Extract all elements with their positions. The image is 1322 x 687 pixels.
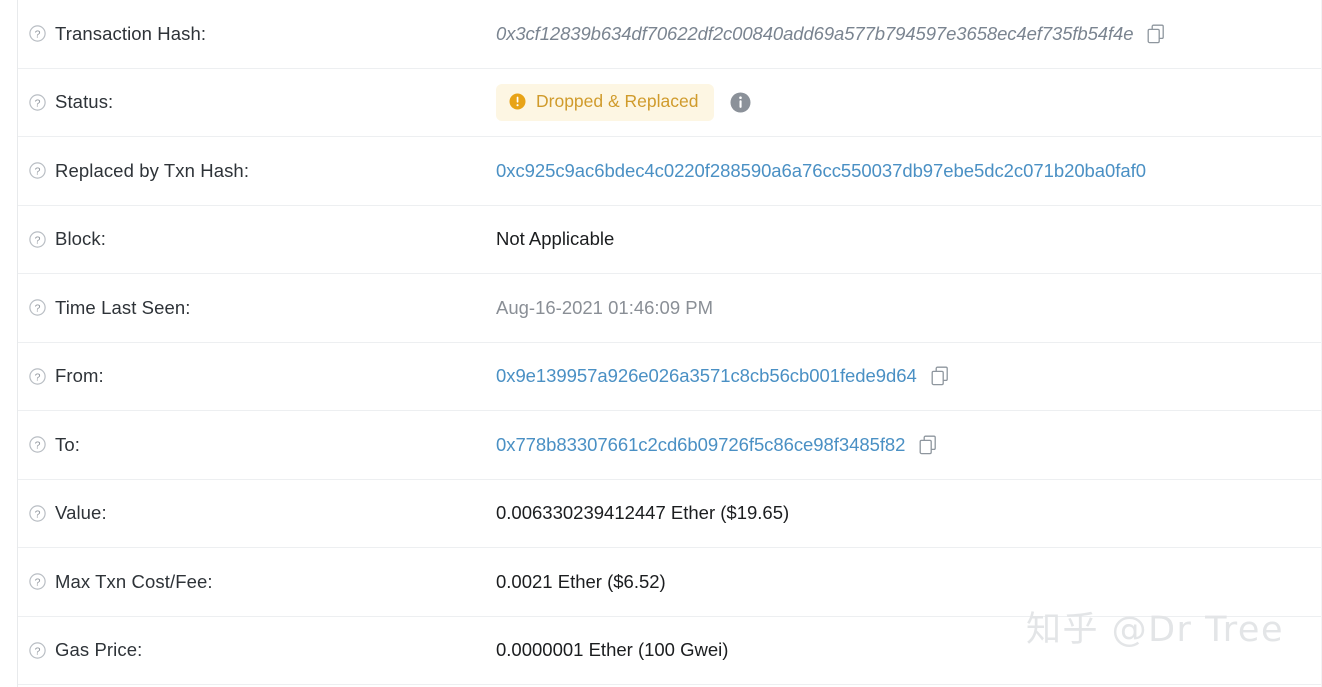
question-circle-icon[interactable]: ? — [29, 25, 46, 42]
value-cell: Aug-16-2021 01:46:09 PM — [496, 297, 1321, 319]
svg-text:?: ? — [35, 371, 41, 383]
label-cell: ? From: — [29, 365, 496, 387]
detail-row-time-last-seen: ? Time Last Seen: Aug-16-2021 01:46:09 PM — [18, 274, 1321, 343]
transaction-details-list: ? Transaction Hash: 0x3cf12839b634df70622d… — [18, 0, 1321, 687]
question-circle-icon[interactable]: ? — [29, 94, 46, 111]
status-badge-label: Dropped & Replaced — [536, 91, 699, 112]
label-cell: ? Replaced by Txn Hash: — [29, 160, 496, 182]
label-cell: ? To: — [29, 434, 496, 456]
row-label: Value: — [55, 502, 107, 524]
transaction-details-panel: ? Transaction Hash: 0x3cf12839b634df70622d… — [0, 0, 1322, 687]
question-circle-icon[interactable]: ? — [29, 231, 46, 248]
row-value[interactable]: 0xc925c9ac6bdec4c0220f288590a6a76cc55003… — [496, 160, 1146, 182]
detail-row-value: ? Value: 0.006330239412447 Ether ($19.65) — [18, 480, 1321, 548]
detail-row-transaction-hash: ? Transaction Hash: 0x3cf12839b634df70622d… — [18, 0, 1321, 69]
row-label: Max Txn Cost/Fee: — [55, 570, 213, 592]
row-label: Status: — [55, 91, 114, 113]
value-cell: Dropped & Replaced — [496, 83, 1321, 121]
label-cell: ? Transaction Hash: — [29, 23, 496, 45]
copy-icon[interactable] — [1147, 24, 1165, 44]
row-value: 0x3cf12839b634df70622df2c00840add69a577b… — [496, 22, 1134, 44]
value-cell: 0xc925c9ac6bdec4c0220f288590a6a76cc55003… — [496, 160, 1321, 182]
row-value: 0.0021 Ether ($6.52) — [496, 570, 666, 592]
svg-text:?: ? — [35, 645, 41, 657]
watermark: 知乎 @Dr Tree — [1025, 610, 1284, 650]
svg-text:?: ? — [35, 440, 41, 452]
question-circle-icon[interactable]: ? — [29, 162, 46, 179]
svg-text:?: ? — [35, 29, 41, 41]
svg-text:?: ? — [35, 97, 41, 109]
row-value: 0.006330239412447 Ether ($19.65) — [496, 502, 790, 524]
copy-icon[interactable] — [931, 366, 949, 386]
detail-row-from-address: ? From: 0x9e139957a926e026a3571c8cb56cb001… — [18, 343, 1321, 411]
row-value: Not Applicable — [496, 228, 615, 250]
svg-text:?: ? — [35, 234, 41, 246]
row-label: Block: — [55, 228, 106, 250]
info-circle-icon[interactable] — [730, 92, 751, 113]
value-cell: 0.006330239412447 Ether ($19.65) — [496, 502, 1321, 524]
exclamation-circle-icon — [509, 93, 526, 110]
value-cell: 0x9e139957a926e026a3571c8cb56cb001fede9d… — [496, 365, 1321, 387]
row-value: Aug-16-2021 01:46:09 PM — [496, 296, 714, 318]
row-label: Replaced by Txn Hash: — [55, 159, 250, 181]
question-circle-icon[interactable]: ? — [29, 642, 46, 659]
label-cell: ? Time Last Seen: — [29, 297, 496, 319]
row-label: Time Last Seen: — [55, 296, 191, 318]
detail-row-replaced-by-txn-hash: ? Replaced by Txn Hash: 0xc925c9ac6bdec4c0… — [18, 137, 1321, 206]
svg-text:?: ? — [35, 303, 41, 315]
label-cell: ? Status: — [29, 91, 496, 113]
label-cell: ? Value: — [29, 502, 496, 524]
question-circle-icon[interactable]: ? — [29, 436, 46, 453]
svg-text:?: ? — [35, 508, 41, 520]
value-cell: 0x3cf12839b634df70622df2c00840add69a577b… — [496, 23, 1321, 45]
row-label: Transaction Hash: — [55, 22, 207, 44]
value-cell: 0x778b83307661c2cd6b09726f5c86ce98f3485f… — [496, 434, 1321, 456]
question-circle-icon[interactable]: ? — [29, 368, 46, 385]
row-value[interactable]: 0x778b83307661c2cd6b09726f5c86ce98f3485f… — [496, 434, 905, 456]
row-label: From: — [55, 365, 104, 387]
detail-row-to-address: ? To: 0x778b83307661c2cd6b09726f5c86ce98f3… — [18, 411, 1321, 480]
question-circle-icon[interactable]: ? — [29, 573, 46, 590]
value-cell: 0.0021 Ether ($6.52) — [496, 571, 1321, 593]
svg-text:?: ? — [35, 166, 41, 178]
label-cell: ? Max Txn Cost/Fee: — [29, 571, 496, 593]
label-cell: ? Block: — [29, 228, 496, 250]
copy-icon[interactable] — [919, 435, 937, 455]
row-value: 0.0000001 Ether (100 Gwei) — [496, 639, 729, 661]
value-cell: Not Applicable — [496, 228, 1321, 250]
detail-row-block: ? Block: Not Applicable — [18, 206, 1321, 274]
detail-row-status: ? Status: Dropped & Replaced — [18, 69, 1321, 137]
row-label: Gas Price: — [55, 639, 143, 661]
label-cell: ? Gas Price: — [29, 639, 496, 661]
row-label: To: — [55, 433, 80, 455]
row-value[interactable]: 0x9e139957a926e026a3571c8cb56cb001fede9d… — [496, 365, 917, 387]
svg-text:?: ? — [35, 577, 41, 589]
status-badge: Dropped & Replaced — [496, 83, 715, 121]
question-circle-icon[interactable]: ? — [29, 505, 46, 522]
question-circle-icon[interactable]: ? — [29, 299, 46, 316]
